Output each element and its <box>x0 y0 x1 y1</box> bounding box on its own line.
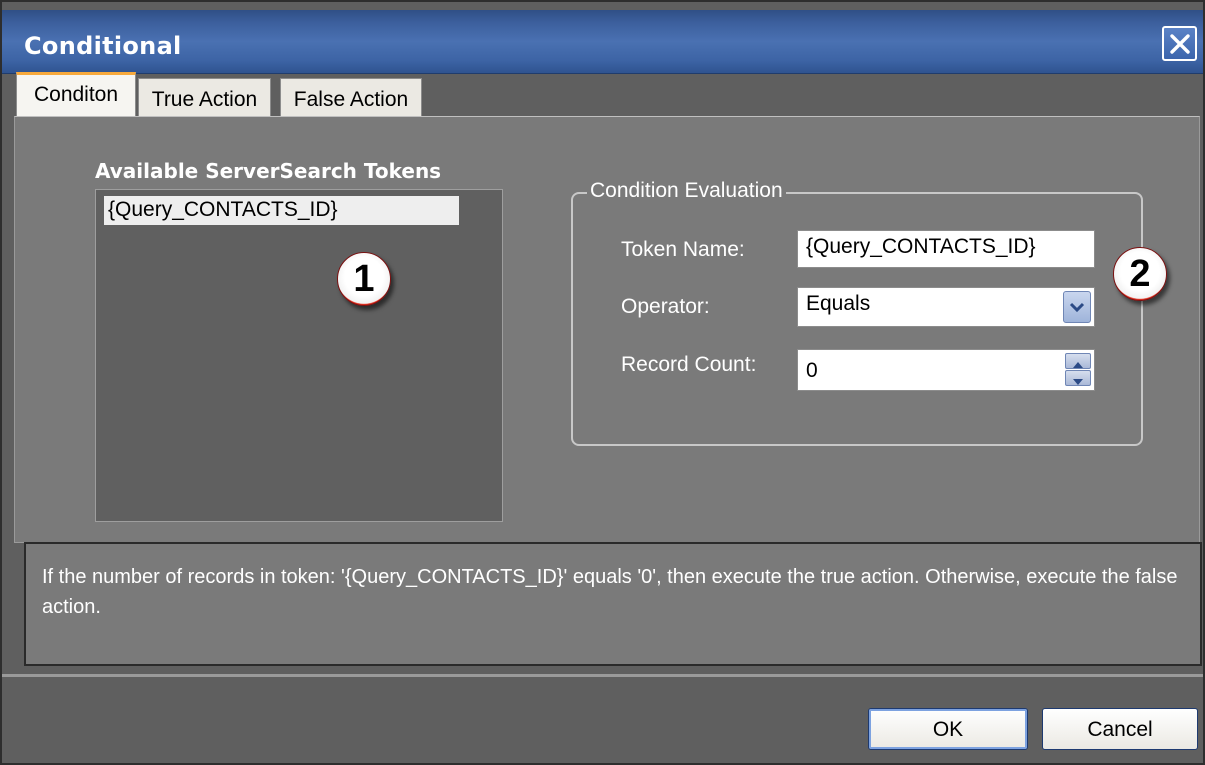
spin-buttons <box>1065 353 1091 387</box>
tab-true-action[interactable]: True Action <box>138 78 271 118</box>
button-bar: OK Cancel <box>2 674 1203 763</box>
token-name-value: {Query_CONTACTS_ID} <box>806 235 1036 258</box>
tab-label: True Action <box>151 88 258 111</box>
close-icon <box>1170 34 1190 54</box>
spin-up-button[interactable] <box>1065 353 1091 369</box>
dialog-title: Conditional <box>24 32 182 60</box>
description-panel: If the number of records in token: '{Que… <box>24 542 1202 666</box>
record-count-label: Record Count: <box>621 353 757 376</box>
condition-tab-panel: Available ServerSearch Tokens {Query_CON… <box>14 116 1200 543</box>
token-name-field[interactable]: {Query_CONTACTS_ID} <box>797 230 1095 268</box>
list-item[interactable]: {Query_CONTACTS_ID} <box>104 196 459 225</box>
operator-label: Operator: <box>621 295 710 318</box>
dropdown-button[interactable] <box>1063 291 1091 323</box>
callout-badge: 2 <box>1113 247 1167 301</box>
ok-button[interactable]: OK <box>868 708 1028 750</box>
spin-down-button[interactable] <box>1065 370 1091 386</box>
condition-description: If the number of records in token: '{Que… <box>42 566 1178 618</box>
record-count-stepper[interactable]: 0 <box>797 349 1095 391</box>
conditional-dialog: Conditional Conditon True Action False A… <box>0 0 1205 765</box>
operator-select[interactable]: Equals <box>797 287 1095 327</box>
tab-label: False Action <box>293 88 409 111</box>
spin-down-icon <box>1073 379 1083 385</box>
cancel-button[interactable]: Cancel <box>1042 708 1198 750</box>
chevron-down-icon <box>1069 302 1085 313</box>
tokens-list[interactable]: {Query_CONTACTS_ID} <box>95 189 503 522</box>
tab-label: Conditon <box>33 83 119 106</box>
callout-badge: 1 <box>337 252 391 306</box>
record-count-value: 0 <box>806 359 818 382</box>
group-title: Condition Evaluation <box>587 179 786 203</box>
tab-false-action[interactable]: False Action <box>280 78 422 118</box>
token-name-label: Token Name: <box>621 238 745 261</box>
title-bar: Conditional <box>2 10 1203 74</box>
tab-condition[interactable]: Conditon <box>16 72 136 118</box>
tokens-title: Available ServerSearch Tokens <box>95 159 442 183</box>
operator-value: Equals <box>806 292 871 315</box>
close-button[interactable] <box>1162 26 1197 61</box>
